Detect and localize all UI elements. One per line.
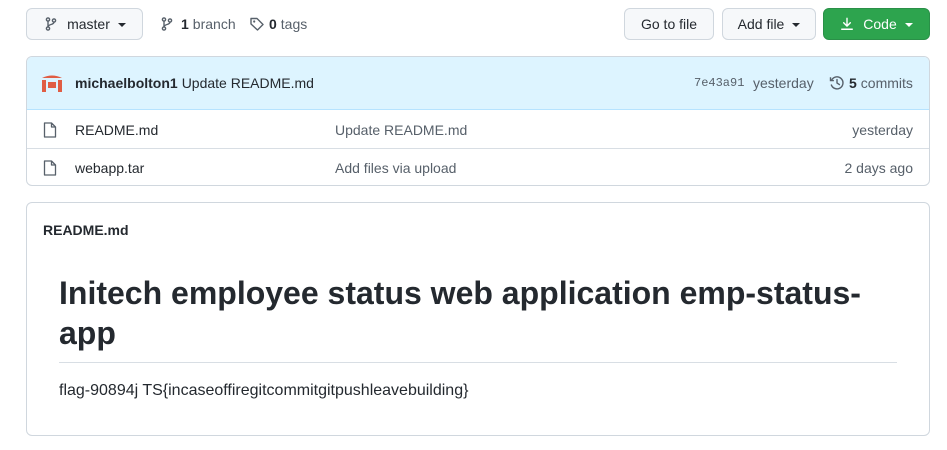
- go-to-file-button[interactable]: Go to file: [624, 8, 714, 40]
- download-icon: [840, 17, 854, 31]
- branch-name: master: [67, 16, 110, 32]
- commit-count: 5: [849, 75, 857, 91]
- history-icon: [829, 75, 845, 91]
- branches-link[interactable]: 1 branch: [159, 8, 236, 40]
- readme-heading: Initech employee status web application …: [59, 275, 861, 351]
- commit-author[interactable]: michaelbolton1: [75, 75, 178, 91]
- branch-selector-button[interactable]: master: [26, 8, 143, 40]
- latest-commit-bar: michaelbolton1 Update README.md 7e43a91 …: [27, 57, 929, 110]
- branch-count: 1: [181, 16, 189, 32]
- readme-file-label[interactable]: README.md: [43, 222, 129, 238]
- commit-summary: michaelbolton1 Update README.md: [75, 57, 314, 109]
- commit-label: commits: [860, 75, 913, 91]
- go-to-file-label: Go to file: [640, 16, 698, 32]
- file-commit-message[interactable]: Add files via upload: [335, 160, 456, 176]
- commit-message[interactable]: Update README.md: [182, 75, 314, 91]
- add-file-label: Add file: [737, 16, 785, 32]
- chevron-down-icon: [904, 23, 913, 27]
- chevron-down-icon: [792, 23, 801, 27]
- git-branch-icon: [43, 16, 59, 32]
- file-commit-message[interactable]: Update README.md: [335, 122, 467, 138]
- chevron-down-icon: [117, 23, 126, 27]
- tag-icon: [249, 16, 265, 32]
- file-row: README.md Update README.md yesterday: [27, 111, 929, 148]
- add-file-button[interactable]: Add file: [722, 8, 816, 40]
- file-time: 2 days ago: [844, 159, 914, 176]
- readme-body-text: flag-90894j TS{incaseoffiregitcommitgitp…: [59, 382, 469, 399]
- commits-history-link[interactable]: 5 commits: [829, 57, 913, 109]
- file-name[interactable]: webapp.tar: [75, 160, 144, 176]
- code-button[interactable]: Code: [823, 8, 930, 40]
- heading-divider: [59, 362, 897, 363]
- avatar[interactable]: [41, 73, 63, 93]
- branch-label: branch: [192, 16, 236, 32]
- commit-hash[interactable]: 7e43a91: [694, 76, 744, 90]
- file-icon: [43, 122, 57, 138]
- tags-link[interactable]: 0 tags: [249, 8, 307, 40]
- readme-panel: README.md Initech employee status web ap…: [26, 202, 930, 436]
- git-branch-icon: [159, 16, 175, 32]
- code-label: Code: [863, 16, 897, 32]
- commit-time: yesterday: [753, 75, 814, 91]
- file-browser: michaelbolton1 Update README.md 7e43a91 …: [26, 56, 930, 186]
- file-time: yesterday: [852, 121, 913, 138]
- file-row: webapp.tar Add files via upload 2 days a…: [27, 148, 929, 185]
- tag-label: tags: [280, 16, 308, 32]
- tag-count: 0: [269, 16, 277, 32]
- file-name[interactable]: README.md: [75, 122, 158, 138]
- file-icon: [43, 160, 57, 176]
